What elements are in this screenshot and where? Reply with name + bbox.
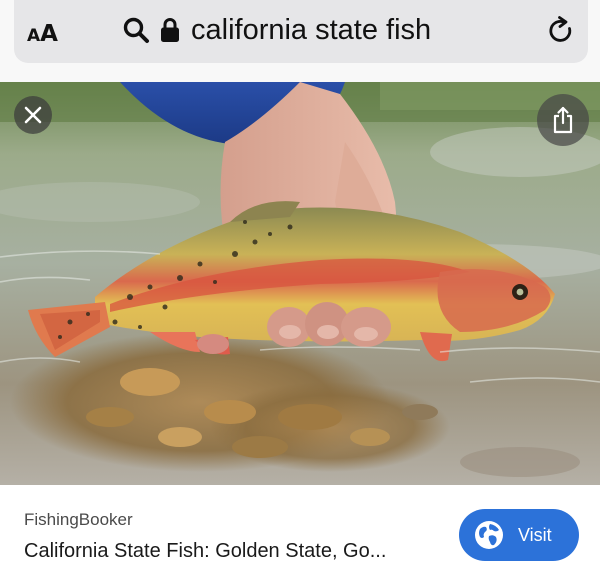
share-icon	[553, 106, 573, 134]
visit-button[interactable]: Visit	[459, 509, 579, 561]
result-title[interactable]: California State Fish: Golden State, Go.…	[24, 540, 434, 563]
lock-icon	[161, 18, 179, 42]
text-size-button[interactable]: A A	[27, 16, 58, 46]
close-icon	[24, 106, 42, 124]
globe-icon	[475, 521, 503, 549]
reload-icon[interactable]	[546, 16, 576, 46]
result-photo	[0, 82, 600, 485]
address-bar[interactable]: A A california state fish	[14, 0, 588, 63]
search-icon	[123, 17, 149, 43]
text-size-small-a: A	[27, 26, 41, 46]
result-card[interactable]: FishingBooker California State Fish: Gol…	[0, 485, 600, 577]
text-size-large-a: A	[40, 21, 58, 47]
url-field[interactable]: california state fish	[122, 12, 431, 48]
close-button[interactable]	[14, 96, 52, 134]
url-text: california state fish	[191, 13, 432, 46]
result-source: FishingBooker	[24, 510, 133, 529]
share-button[interactable]	[537, 94, 589, 146]
browser-top-bar: A A california state fish	[0, 0, 600, 82]
visit-label: Visit	[518, 524, 552, 545]
image-viewer-screen: A A california state fish FishingBooker …	[0, 0, 600, 577]
fish-photo-illustration	[0, 82, 600, 485]
